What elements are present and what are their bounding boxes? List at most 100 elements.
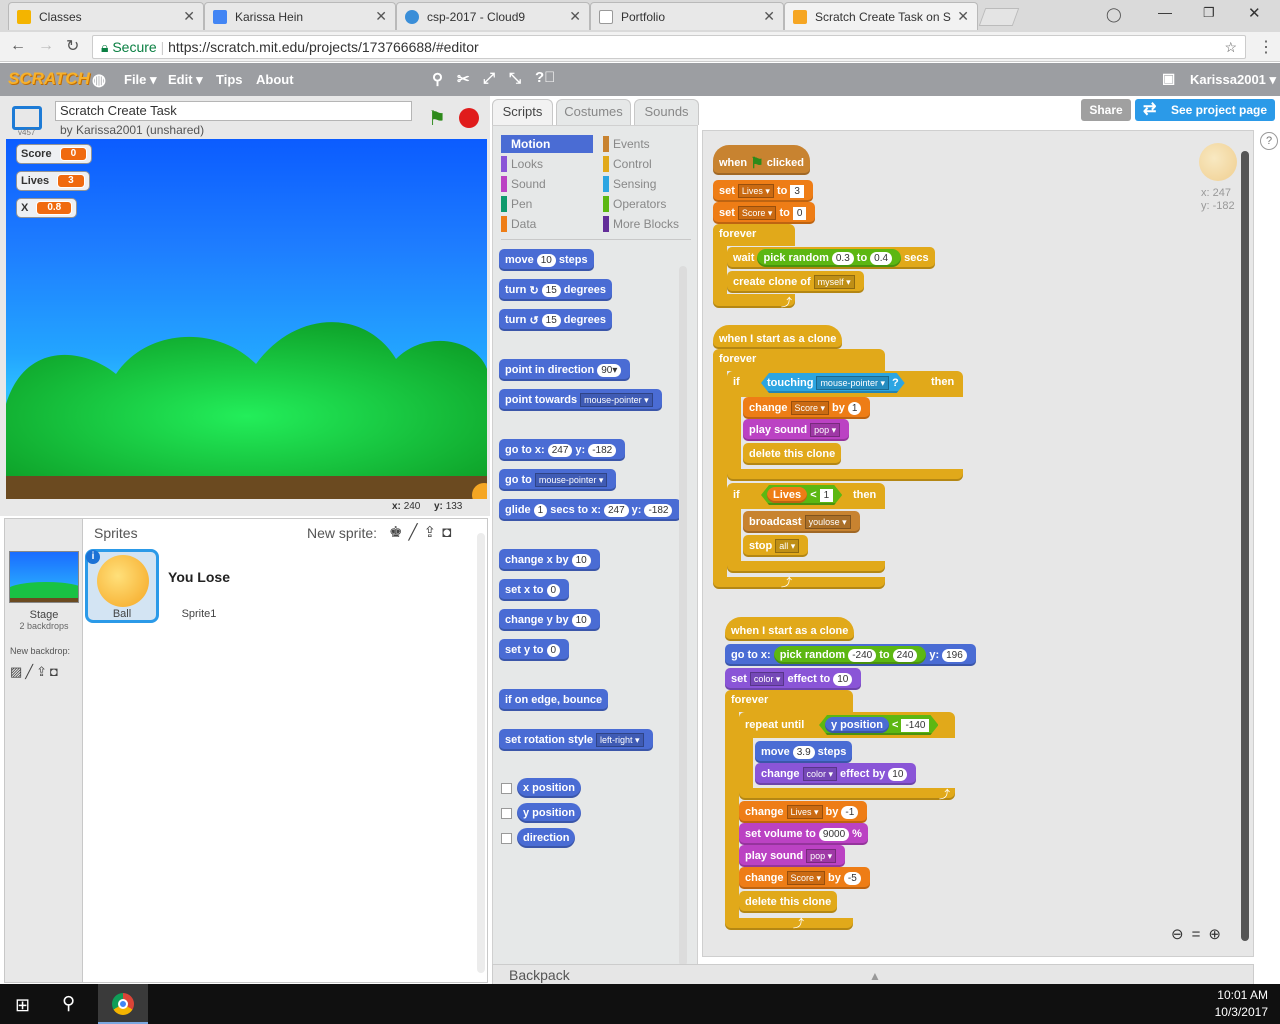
block-change-score[interactable]: change Score ▾ by 1 <box>743 397 871 419</box>
score-monitor[interactable]: Score 0 <box>16 144 93 164</box>
forward-arrow-icon[interactable]: → <box>38 37 54 55</box>
block-wait-random[interactable]: wait pick random 0.3 to 0.4 secs <box>727 247 935 269</box>
sprite-tile-ball[interactable]: i Ball <box>85 549 159 623</box>
stop-sign-icon[interactable] <box>459 108 479 128</box>
cut-icon[interactable]: ✂ <box>457 70 470 88</box>
browser-tab-scratch[interactable]: Scratch Create Task on Sc ✕ <box>784 2 978 30</box>
scripts-scrollbar[interactable] <box>1241 151 1249 941</box>
windows-start-icon[interactable]: ⊞ <box>15 995 30 1016</box>
reload-icon[interactable]: ↻ <box>66 36 79 56</box>
checkbox-x-position[interactable] <box>501 783 512 794</box>
block-set-score[interactable]: set Score ▾ to 0 <box>713 202 816 224</box>
grow-icon[interactable]: ⤢ <box>483 70 495 87</box>
block-broadcast[interactable]: broadcast youlose ▾ <box>743 511 860 533</box>
block-change-color-effect[interactable]: change color ▾ effect by 10 <box>755 763 917 785</box>
category-control[interactable]: Control <box>603 155 652 173</box>
shrink-icon[interactable]: ⤡ <box>509 70 521 87</box>
bookmark-star-icon[interactable]: ☆ <box>1224 36 1237 58</box>
category-looks[interactable]: Looks <box>501 155 543 173</box>
block-set-x[interactable]: set x to 0 <box>499 579 570 601</box>
block-rotation-style[interactable]: set rotation style left-right ▾ <box>499 729 653 751</box>
category-more-blocks[interactable]: More Blocks <box>603 215 679 233</box>
block-delete-clone[interactable]: delete this clone <box>743 443 842 465</box>
duplicate-icon[interactable]: ⚲ <box>432 70 443 88</box>
block-glide[interactable]: glide 1 secs to x: 247 y: -182 <box>499 499 682 521</box>
block-move-steps[interactable]: move 3.9 steps <box>755 741 853 763</box>
block-create-clone[interactable]: create clone of myself ▾ <box>727 271 864 293</box>
block-less-than[interactable]: y position < -140 <box>819 715 938 735</box>
browser-tab-classes[interactable]: Classes ✕ <box>8 2 204 30</box>
category-pen[interactable]: Pen <box>501 195 532 213</box>
help-icon[interactable]: ? <box>1260 132 1278 150</box>
close-icon[interactable]: ✕ <box>957 8 969 25</box>
see-project-page-button[interactable]: ⇄ See project page <box>1135 99 1275 121</box>
block-play-sound[interactable]: play sound pop ▾ <box>739 845 846 867</box>
menu-dots-icon[interactable]: ⋮ <box>1258 37 1274 57</box>
block-set-y[interactable]: set y to 0 <box>499 639 570 661</box>
category-events[interactable]: Events <box>603 135 650 153</box>
reporter-direction[interactable]: direction <box>517 828 576 848</box>
category-sound[interactable]: Sound <box>501 175 546 193</box>
block-go-to-random[interactable]: go to x: pick random -240 to 240 y: 196 <box>725 644 976 666</box>
block-stop[interactable]: stop all ▾ <box>743 535 809 557</box>
paint-library-icon[interactable]: ▨ <box>10 664 25 679</box>
sprite-tile-sprite1[interactable]: You Lose Sprite1 <box>163 549 235 623</box>
camera-icon[interactable]: ◘ <box>442 524 457 541</box>
close-window-button[interactable]: ✕ <box>1248 4 1261 22</box>
sprite-library-icon[interactable]: ♚ <box>389 524 408 541</box>
lives-monitor[interactable]: Lives 3 <box>16 171 90 191</box>
back-arrow-icon[interactable]: ← <box>10 37 26 55</box>
sprite-scrollbar[interactable] <box>477 533 485 973</box>
tab-scripts[interactable]: Scripts <box>492 99 553 125</box>
upload-icon[interactable]: ⇪ <box>36 664 50 679</box>
share-button[interactable]: Share <box>1081 99 1131 121</box>
checkbox-y-position[interactable] <box>501 808 512 819</box>
category-motion[interactable]: Motion <box>501 135 593 153</box>
paintbrush-icon[interactable]: ╱ <box>25 664 36 679</box>
block-bounce[interactable]: if on edge, bounce <box>499 689 609 711</box>
zoom-reset-icon[interactable]: = <box>1192 926 1209 943</box>
globe-icon[interactable]: ◍ <box>92 70 106 90</box>
hat-when-flag-clicked[interactable]: when ⚑ clicked <box>713 145 811 175</box>
help-icon[interactable]: ?⃝ <box>535 69 555 86</box>
green-flag-icon[interactable]: ⚑ <box>428 106 446 131</box>
close-icon[interactable]: ✕ <box>569 8 581 25</box>
block-move[interactable]: move 10 steps <box>499 249 594 271</box>
upload-icon[interactable]: ⇪ <box>423 524 442 541</box>
block-less-than[interactable]: Lives <1 <box>761 485 842 505</box>
paintbrush-icon[interactable]: ╱ <box>408 524 423 541</box>
project-title-input[interactable]: Scratch Create Task <box>55 101 412 121</box>
zoom-out-icon[interactable]: ⊖ <box>1171 926 1192 943</box>
block-change-lives[interactable]: change Lives ▾ by -1 <box>739 801 868 823</box>
checkbox-direction[interactable] <box>501 833 512 844</box>
camera-icon[interactable]: ◘ <box>50 664 61 679</box>
backpack-bar[interactable]: Backpack ▲ <box>492 964 1254 986</box>
browser-tab-cloud9[interactable]: csp-2017 - Cloud9 ✕ <box>396 2 590 30</box>
zoom-in-icon[interactable]: ⊕ <box>1208 926 1229 943</box>
chrome-taskbar-button[interactable] <box>98 984 148 1024</box>
block-touching[interactable]: touching mouse-pointer ▾? <box>761 373 905 393</box>
menu-edit[interactable]: Edit ▾ <box>168 72 203 88</box>
x-monitor[interactable]: X 0.8 <box>16 198 78 218</box>
tab-sounds[interactable]: Sounds <box>634 99 699 125</box>
browser-tab-karissa[interactable]: Karissa Hein ✕ <box>204 2 396 30</box>
restore-button[interactable]: ❐ <box>1203 5 1215 21</box>
block-go-to[interactable]: go to mouse-pointer ▾ <box>499 469 617 491</box>
block-play-sound[interactable]: play sound pop ▾ <box>743 419 850 441</box>
profile-icon[interactable]: ◯ <box>1106 6 1122 23</box>
hat-when-clone-starts-2[interactable]: when I start as a clone <box>725 617 855 641</box>
category-sensing[interactable]: Sensing <box>603 175 656 193</box>
block-change-x[interactable]: change x by 10 <box>499 549 600 571</box>
minimize-button[interactable]: — <box>1158 4 1172 20</box>
browser-tab-portfolio[interactable]: Portfolio ✕ <box>590 2 784 30</box>
url-field[interactable]: 🔒︎ Secure | https://scratch.mit.edu/proj… <box>92 35 1246 59</box>
new-tab-button[interactable] <box>978 8 1020 26</box>
block-change-score[interactable]: change Score ▾ by -5 <box>739 867 870 889</box>
menu-file[interactable]: File ▾ <box>124 72 157 88</box>
scratch-logo[interactable]: SCRATCH <box>8 69 90 89</box>
fullscreen-icon[interactable] <box>12 106 42 130</box>
reporter-x-position[interactable]: x position <box>517 778 581 798</box>
category-operators[interactable]: Operators <box>603 195 666 213</box>
stage-thumbnail[interactable] <box>9 551 79 603</box>
block-point-towards[interactable]: point towards mouse-pointer ▾ <box>499 389 662 411</box>
